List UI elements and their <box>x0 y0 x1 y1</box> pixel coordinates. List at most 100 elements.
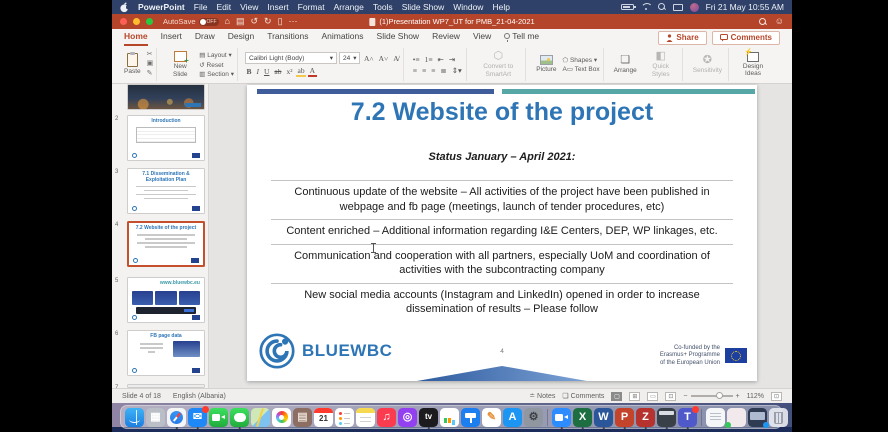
slide-paragraph-3[interactable]: Communication and cooperation with all p… <box>271 244 733 283</box>
share-button[interactable]: Share <box>658 31 706 45</box>
slide-title[interactable]: 7.2 Website of the project <box>247 98 757 127</box>
justify-button[interactable]: ≣ <box>439 66 448 75</box>
italic-button[interactable]: I <box>255 67 261 76</box>
convert-smartart-button[interactable]: ⬡ Convert to SmartArt <box>474 50 522 79</box>
dock-document-icon[interactable] <box>706 408 725 427</box>
tab-animations[interactable]: Animations <box>321 29 363 46</box>
tab-tell-me[interactable]: Tell me <box>504 29 539 46</box>
tab-transitions[interactable]: Transitions <box>267 29 308 46</box>
menu-app-name[interactable]: PowerPoint <box>138 2 185 12</box>
fit-to-window-button[interactable]: ⊡ <box>771 392 782 401</box>
menu-edit[interactable]: Edit <box>216 2 231 12</box>
tab-review[interactable]: Review <box>432 29 460 46</box>
tab-insert[interactable]: Insert <box>161 29 182 46</box>
spotlight-search-icon[interactable] <box>658 3 666 11</box>
dock-powerpoint-icon[interactable]: P <box>615 408 634 427</box>
bold-button[interactable]: B <box>245 67 253 76</box>
minimize-button[interactable] <box>133 18 140 25</box>
menu-window[interactable]: Window <box>453 2 483 12</box>
thumbnail-slide-2-preview[interactable]: Introduction <box>127 115 205 161</box>
bullets-button[interactable]: •≡ <box>411 55 421 64</box>
clear-format-button[interactable]: A̸ <box>392 54 400 63</box>
menu-tools[interactable]: Tools <box>373 2 393 12</box>
line-spacing-button[interactable]: ⇕▾ <box>450 66 463 75</box>
thumbnail-slide-5-preview[interactable]: www.bluewbc.eu <box>127 277 205 323</box>
dock-launchpad-icon[interactable]: ▦ <box>146 408 165 427</box>
dock-photo-booth-icon[interactable]: ▤ <box>293 408 312 427</box>
dock-podcasts-icon[interactable]: ◎ <box>398 408 417 427</box>
redo-icon[interactable]: ↻ <box>264 17 272 26</box>
format-painter-button[interactable]: ✎ <box>147 70 154 78</box>
design-ideas-button[interactable]: Design Ideas <box>736 51 770 79</box>
input-source-icon[interactable] <box>673 4 683 11</box>
tab-home[interactable]: Home <box>124 29 148 46</box>
comments-panel-button[interactable]: ❏ Comments <box>562 392 604 400</box>
sensitivity-button[interactable]: ✪ Sensitivity <box>690 54 725 75</box>
dock-screenshot-icon[interactable] <box>748 408 767 427</box>
thumbnail-slide-6-preview[interactable]: FB page data <box>127 330 205 376</box>
battery-icon[interactable] <box>621 4 634 10</box>
zoom-slider-knob[interactable] <box>716 392 723 399</box>
slide-status-line[interactable]: Status January – April 2021: <box>247 151 757 163</box>
dock-numbers-icon[interactable] <box>440 408 459 427</box>
slide-4[interactable]: 7.2 Website of the project Status Januar… <box>247 85 757 381</box>
quick-styles-button[interactable]: ◧ Quick Styles <box>643 50 679 79</box>
language-label[interactable]: English (Albania) <box>173 393 226 400</box>
font-name-select[interactable]: Calibri Light (Body)▾ <box>245 52 337 64</box>
tab-view[interactable]: View <box>473 29 491 46</box>
copy-button[interactable]: ▣ <box>147 60 154 68</box>
apple-logo-icon[interactable] <box>120 2 129 13</box>
new-item-icon[interactable]: ▯ <box>278 17 283 26</box>
arrange-button[interactable]: ❏ Arrange <box>611 54 640 75</box>
dock-excel-icon[interactable]: X <box>573 408 592 427</box>
indent-increase-button[interactable]: ⇥ <box>447 55 456 64</box>
tab-draw[interactable]: Draw <box>195 29 215 46</box>
dock-trash-icon[interactable] <box>769 408 788 427</box>
save-icon[interactable]: ▤ <box>236 17 245 26</box>
text-box-button[interactable]: A▭ Text Box <box>563 65 600 73</box>
thumbnail-slide-1-preview[interactable] <box>127 84 205 110</box>
layout-button[interactable]: ▤ Layout ▾ <box>199 51 234 59</box>
dock-photos-icon[interactable] <box>272 408 291 427</box>
user-avatar-icon[interactable] <box>690 3 699 12</box>
slide-sorter-view-button[interactable]: ⊞ <box>629 392 640 401</box>
dock-zoom-icon[interactable] <box>552 408 571 427</box>
dock-facetime-icon[interactable] <box>209 408 228 427</box>
slide-paragraph-1[interactable]: Continuous update of the website – All a… <box>271 180 733 219</box>
dock-music-icon[interactable]: ♫ <box>377 408 396 427</box>
grow-font-button[interactable]: A˄ <box>362 54 375 63</box>
more-commands-icon[interactable]: ⋯ <box>289 17 298 26</box>
dock-calendar-icon[interactable]: 21 <box>314 408 333 427</box>
paste-button[interactable]: Paste <box>121 52 144 76</box>
comments-button[interactable]: Comments <box>712 31 780 45</box>
shrink-font-button[interactable]: A˅ <box>377 54 390 63</box>
menu-help[interactable]: Help <box>492 2 509 12</box>
align-center-button[interactable]: ≡ <box>420 66 427 75</box>
wifi-icon[interactable] <box>641 3 651 11</box>
menu-file[interactable]: File <box>194 2 208 12</box>
shapes-button[interactable]: ⬠ Shapes ▾ <box>563 56 600 64</box>
slide-paragraph-2[interactable]: Content enriched – Additional informatio… <box>271 219 733 244</box>
thumbnail-slide-3-preview[interactable]: 7.1 Dissemination & Exploitation Plan <box>127 168 205 214</box>
notes-button[interactable]: ≐ Notes <box>529 392 555 400</box>
menu-arrange[interactable]: Arrange <box>334 2 364 12</box>
align-right-button[interactable]: ≡ <box>430 66 437 75</box>
search-icon[interactable] <box>759 18 767 26</box>
slide-paragraph-4[interactable]: New social media accounts (Instagram and… <box>271 283 733 322</box>
picture-button[interactable]: Picture <box>533 54 559 74</box>
dock-system-preferences-icon[interactable]: ⚙ <box>524 408 543 427</box>
numbering-button[interactable]: 1≡ <box>423 55 434 64</box>
dock-mail-icon[interactable]: ✉ <box>188 408 207 427</box>
slideshow-button[interactable]: ⊡ <box>665 392 676 401</box>
close-button[interactable] <box>120 18 127 25</box>
zoom-slider[interactable]: − + <box>683 393 739 400</box>
zoom-percent[interactable]: 112% <box>747 393 764 400</box>
reset-button[interactable]: ↺ Reset <box>199 61 234 69</box>
highlight-color-button[interactable]: ab <box>296 66 306 77</box>
cut-button[interactable]: ✂ <box>147 51 154 59</box>
indent-decrease-button[interactable]: ⇤ <box>436 55 445 64</box>
dock-app-store-icon[interactable]: A <box>503 408 522 427</box>
dock-pages-icon[interactable]: ✎ <box>482 408 501 427</box>
thumbnail-slide-4-preview[interactable]: 7.2 Website of the project <box>127 221 205 267</box>
fullscreen-button[interactable] <box>146 18 153 25</box>
